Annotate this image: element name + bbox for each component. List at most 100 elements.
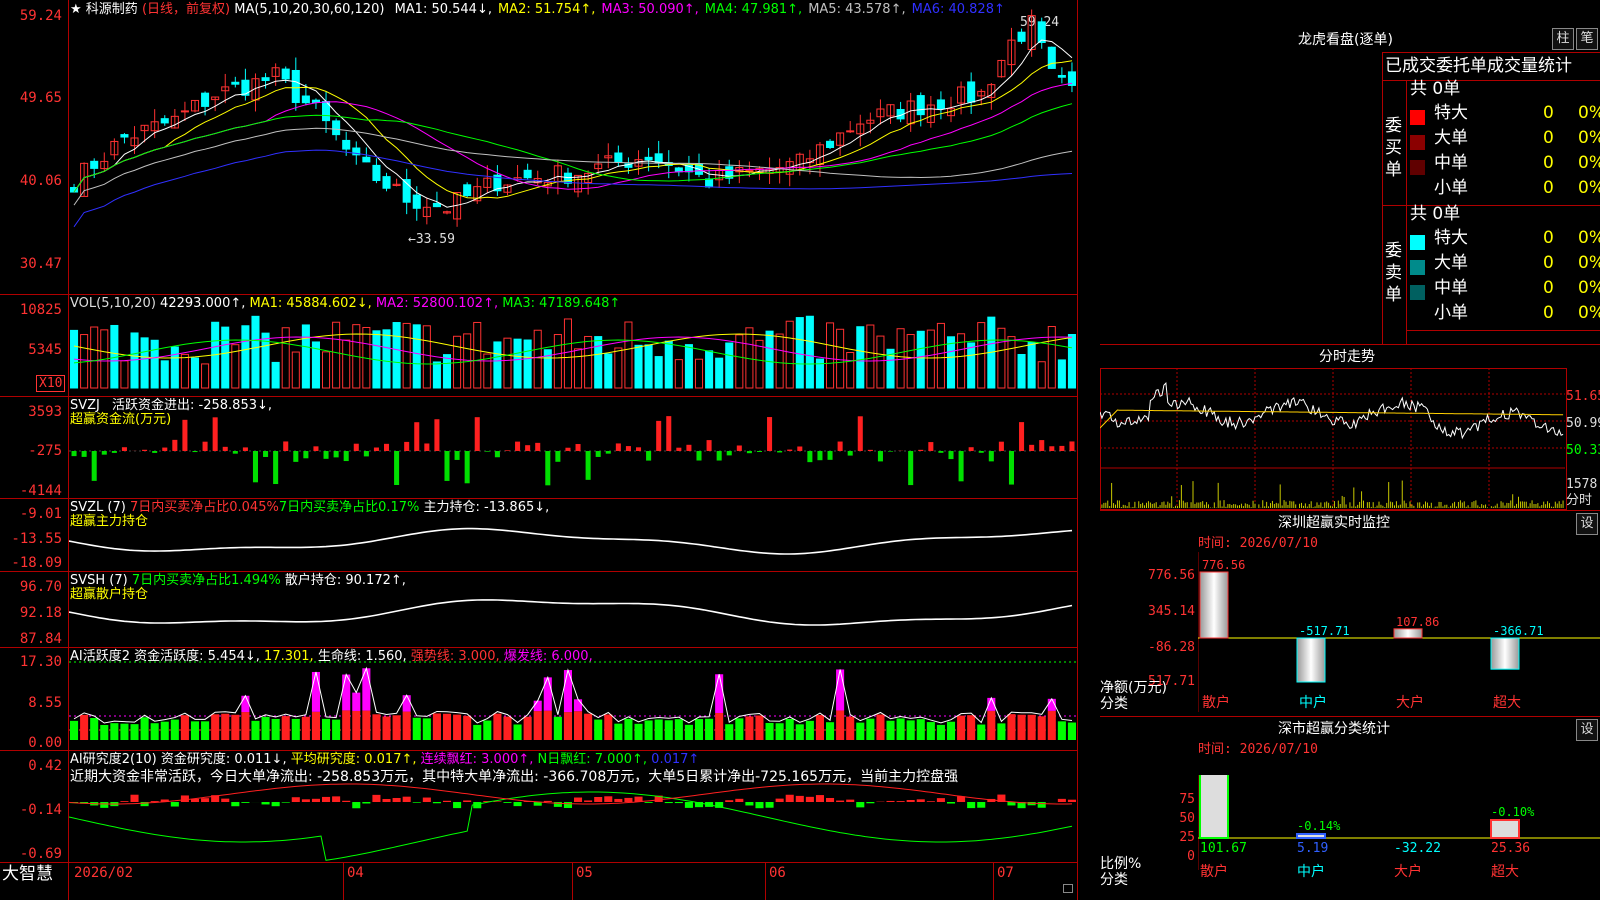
- szs-bar: [1296, 833, 1326, 839]
- sz-monitor-settings-button[interactable]: 设: [1576, 513, 1598, 535]
- flow-bar: [756, 451, 762, 453]
- candle-body: [916, 95, 925, 116]
- volume-bar: [846, 352, 855, 389]
- activity-bar: [896, 718, 905, 740]
- flow-bar: [444, 451, 450, 481]
- activity-bar: [90, 718, 99, 740]
- intraday-chart[interactable]: [1100, 368, 1565, 508]
- activity-bar: [634, 723, 643, 740]
- lock-icon[interactable]: [1063, 884, 1073, 893]
- volume-bar: [322, 351, 331, 389]
- activity-bar: [412, 717, 421, 740]
- volume-bar: [402, 322, 411, 389]
- date-label: 07: [997, 865, 1014, 881]
- flow-bar: [746, 451, 752, 454]
- svzj-axis-label: -275: [28, 443, 62, 459]
- retail-line[interactable]: [69, 572, 1077, 647]
- ma-line-5: [73, 39, 1073, 208]
- sell-row-p: 0%: [1578, 228, 1600, 248]
- volume-bar: [493, 341, 502, 389]
- activity-bar: [1007, 714, 1016, 740]
- svsh-axis-label: 87.84: [19, 631, 62, 647]
- sz-stats-settings-button[interactable]: 设: [1576, 719, 1598, 741]
- candlestick-chart[interactable]: [69, 0, 1077, 294]
- money-flow-chart[interactable]: [69, 397, 1077, 498]
- volume-bar: [473, 321, 482, 389]
- volume-bar: [906, 334, 915, 389]
- vol-unit-badge: X10: [36, 375, 66, 392]
- flow-bar: [908, 451, 914, 486]
- volume-bar: [946, 336, 956, 389]
- volume-bar: [523, 339, 532, 389]
- candle-body: [1047, 46, 1056, 69]
- date-label: 04: [347, 865, 364, 881]
- research-bar: [301, 799, 310, 802]
- flow-bar: [404, 441, 410, 451]
- sz-monitor-time: 时间: 2026/07/10: [1198, 536, 1318, 551]
- flow-bar: [797, 446, 803, 451]
- flow-bar: [807, 451, 813, 463]
- volume-bar: [563, 318, 572, 389]
- sz-monitor-xlabel: 分类: [1100, 696, 1128, 712]
- volume-bar: [866, 324, 875, 389]
- volume-chart[interactable]: [69, 296, 1077, 396]
- svsh-axis-label: 92.18: [19, 605, 62, 621]
- research-bar: [836, 800, 845, 802]
- flow-bar: [867, 449, 873, 451]
- volume-bar: [150, 339, 159, 389]
- volume-bar: [422, 325, 431, 389]
- activity-bar: [977, 724, 986, 740]
- activity-bar: [422, 718, 431, 740]
- volume-bar: [251, 315, 260, 389]
- sell-row-p: 0%: [1578, 253, 1600, 273]
- volume-bar: [503, 337, 512, 389]
- bar-mode-button[interactable]: 柱: [1552, 28, 1574, 50]
- sell-orders-label: 委卖单: [1385, 241, 1402, 305]
- volume-bar: [291, 351, 300, 389]
- flow-bar: [938, 451, 944, 453]
- sz-stats-chart[interactable]: 101.67 散户 -0.14% 5.19 中户 -32.22 大户 -0.10% 25.36 超…: [1198, 775, 1600, 900]
- svzj-axis-label: 3593: [28, 404, 62, 420]
- flow-bar: [646, 451, 652, 461]
- activity-bar: [372, 714, 381, 740]
- research-chart[interactable]: [69, 751, 1077, 862]
- flow-bar: [474, 417, 480, 451]
- sz-monitor-chart[interactable]: 776.56 散户 -517.71 中户 107.86 大户 -366.71 超大: [1198, 552, 1600, 714]
- activity-bar: [705, 718, 714, 740]
- flow-bar: [414, 422, 420, 451]
- svzj-axis-label: -4144: [19, 483, 62, 499]
- research-bar: [382, 798, 391, 802]
- flow-bar: [152, 451, 158, 453]
- sz-stats-axis-label: 75: [1179, 792, 1195, 807]
- intraday-title: 分时走势: [1319, 349, 1375, 365]
- flow-bar: [434, 419, 440, 451]
- activity-bar: [442, 713, 452, 740]
- activity-bar: [483, 720, 492, 740]
- volume-bar: [856, 326, 865, 389]
- panel-divider: [1077, 0, 1078, 900]
- activity-bar: [261, 716, 270, 740]
- research-bar: [745, 802, 754, 806]
- activity-bar: [493, 713, 502, 740]
- research-bar: [1067, 799, 1076, 802]
- sell-row-v: 0: [1543, 253, 1554, 273]
- research-bar: [644, 802, 653, 803]
- main-force-line[interactable]: [69, 499, 1077, 571]
- volume-bar: [664, 340, 673, 389]
- szs-pct-label: -0.10%: [1491, 805, 1535, 819]
- tick-mode-button[interactable]: 笔: [1576, 28, 1598, 50]
- flow-bar: [1059, 445, 1065, 451]
- activity-bars[interactable]: [69, 648, 1077, 750]
- ai1-axis-label: 17.30: [19, 654, 62, 670]
- activity-bar: [503, 716, 512, 740]
- activity-bar: [332, 719, 341, 740]
- volume-bar: [412, 324, 421, 389]
- candle-body: [846, 130, 855, 133]
- buy-row-p: 0%: [1578, 103, 1600, 123]
- volume-bar: [221, 326, 230, 389]
- sell-row-swatch: [1410, 260, 1425, 275]
- sell-row-swatch: [1410, 285, 1425, 300]
- ai2-axis-label: -0.14: [19, 802, 62, 818]
- flow-bar: [504, 450, 510, 451]
- szm-bar: [1490, 637, 1520, 670]
